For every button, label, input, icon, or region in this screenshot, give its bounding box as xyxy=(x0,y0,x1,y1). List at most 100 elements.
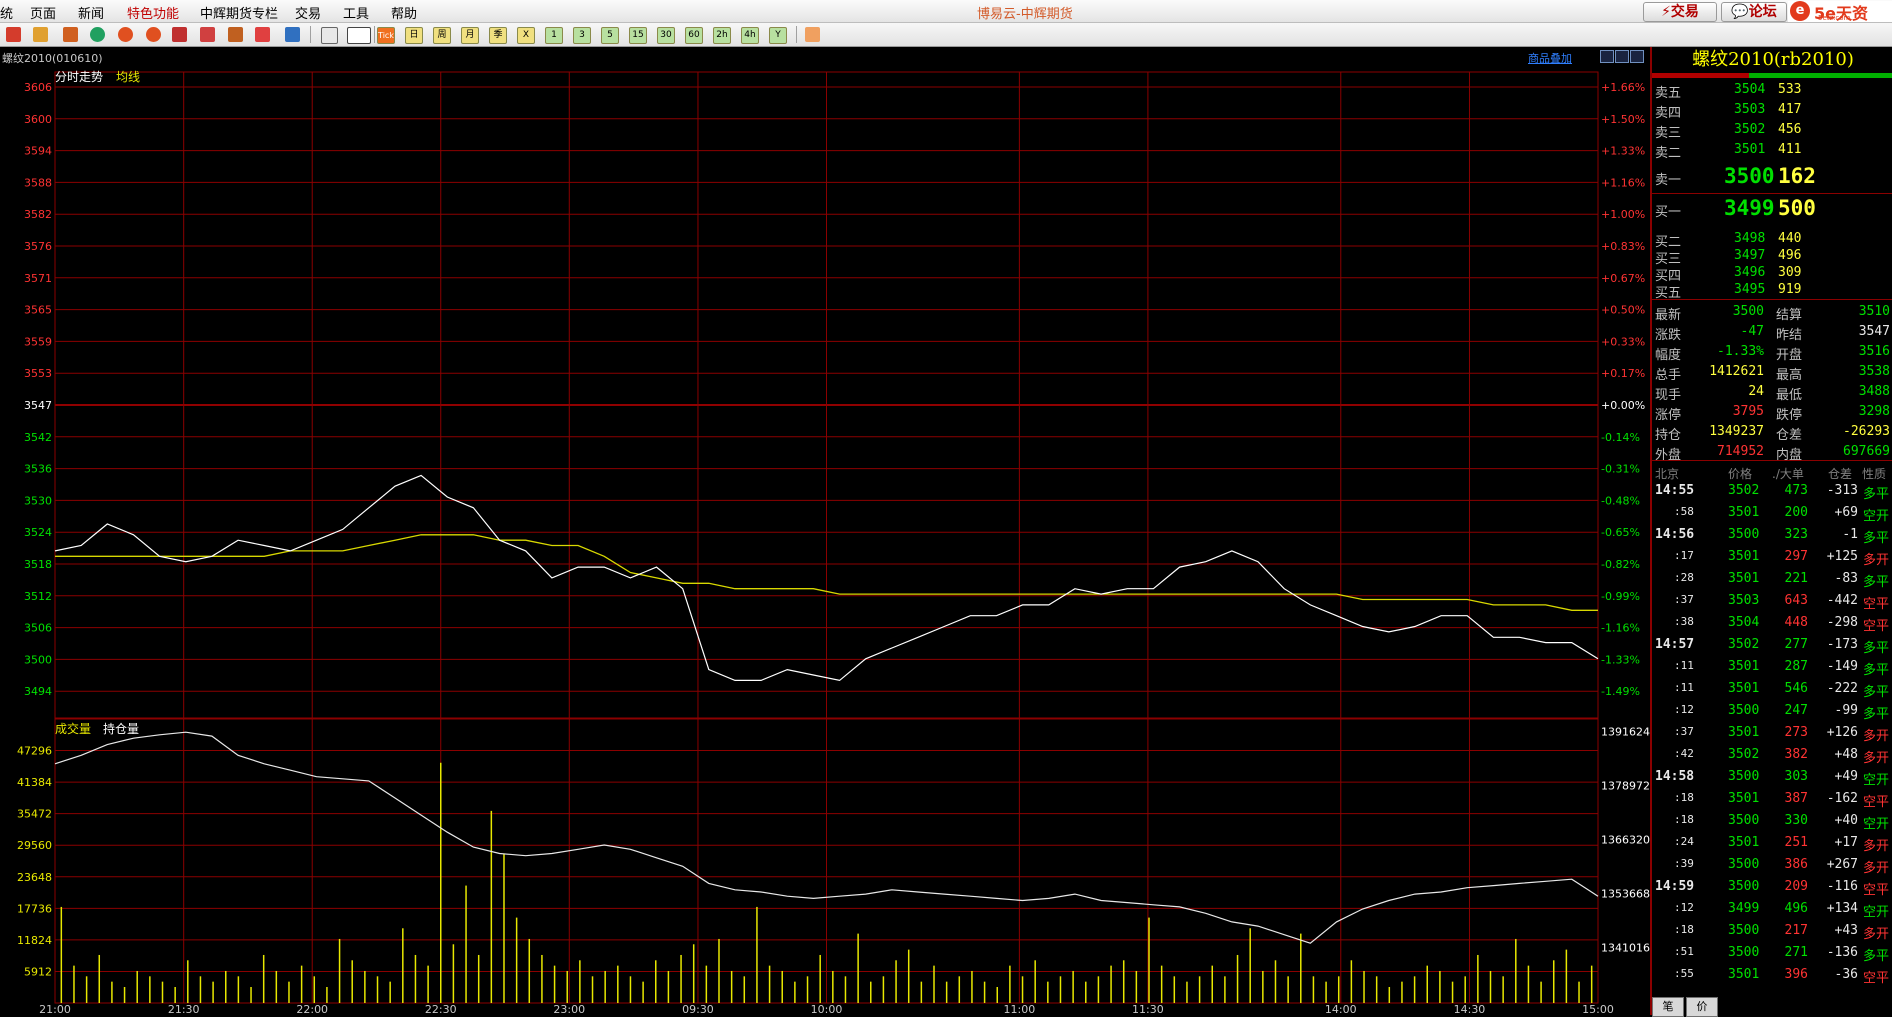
tick-row: 14:56 3500 323 -1 多平 xyxy=(1652,524,1892,546)
tab-volume[interactable]: 成交量 xyxy=(55,721,91,736)
logo-mark-icon: e xyxy=(1790,1,1810,21)
tick-type: 空平 xyxy=(1863,883,1890,898)
stat-value: 697669 xyxy=(1843,444,1890,459)
tick-type: 多平 xyxy=(1863,531,1890,546)
price-axis-label: 3547 xyxy=(24,399,52,412)
percent-axis-label: +1.16% xyxy=(1601,176,1645,189)
tick-oi-change: -36 xyxy=(1834,967,1858,982)
tick-price: 3500 xyxy=(1728,769,1760,784)
tick-type: 空开 xyxy=(1863,773,1890,788)
tick-volume: 297 xyxy=(1784,549,1808,564)
volume-axis-label: 41384 xyxy=(17,776,52,789)
price-axis-label: 3524 xyxy=(24,526,52,539)
tick-row: :38 3504 448 -298 空平 xyxy=(1652,612,1892,634)
tick-type: 多平 xyxy=(1863,575,1890,590)
price-axis-label: 3553 xyxy=(24,367,52,380)
tick-volume: 209 xyxy=(1784,879,1808,894)
tick-time: 14:55 xyxy=(1655,483,1695,498)
tick-type: 多平 xyxy=(1863,487,1890,502)
tick-time: :58 xyxy=(1674,505,1694,518)
tick-time: 14:57 xyxy=(1655,637,1695,652)
time-axis-label: 09:30 xyxy=(682,1003,714,1015)
tick-price: 3500 xyxy=(1728,923,1760,938)
tick-oi-change: -83 xyxy=(1834,571,1858,586)
tick-row: :55 3501 396 -36 空平 xyxy=(1652,964,1892,986)
tick-row: 14:58 3500 303 +49 空开 xyxy=(1652,766,1892,788)
forum-button[interactable]: 💬论坛 xyxy=(1721,2,1787,22)
logo[interactable]: e 5e天资 5etz.com xyxy=(1788,1,1892,23)
percent-axis-label: -0.65% xyxy=(1601,526,1640,539)
tick-row: :17 3501 297 +125 多开 xyxy=(1652,546,1892,568)
oi-axis-label: 1378972 xyxy=(1601,779,1650,792)
percent-axis-label: +1.00% xyxy=(1601,208,1645,221)
tick-time: :37 xyxy=(1674,593,1694,606)
percent-axis-label: -1.49% xyxy=(1601,685,1640,698)
tick-price: 3501 xyxy=(1728,659,1760,674)
divider xyxy=(1652,193,1892,194)
tick-price: 3504 xyxy=(1728,615,1760,630)
tick-row: :28 3501 221 -83 多平 xyxy=(1652,568,1892,590)
ask-row: 卖五 3504 533 xyxy=(1652,79,1892,101)
tick-row: :18 3501 387 -162 空平 xyxy=(1652,788,1892,810)
stat-value: 714952 xyxy=(1717,444,1764,459)
tick-volume: 448 xyxy=(1784,615,1808,630)
ask-row: 卖二 3501 411 xyxy=(1652,139,1892,161)
tick-volume: 273 xyxy=(1784,725,1808,740)
oi-axis-label: 1366320 xyxy=(1601,833,1650,846)
tick-row: 14:55 3502 473 -313 多平 xyxy=(1652,480,1892,502)
tick-type: 多开 xyxy=(1863,553,1890,568)
stat-value: 3298 xyxy=(1858,404,1890,419)
stat-value: 3516 xyxy=(1858,344,1890,359)
stat-value: -1.33% xyxy=(1717,344,1764,359)
percent-axis-label: +1.33% xyxy=(1601,145,1645,158)
volume-axis-label: 29560 xyxy=(17,839,52,852)
tick-row: 14:57 3502 277 -173 多平 xyxy=(1652,634,1892,656)
intraday-chart[interactable]: 3606 +1.66% 3600 +1.50% 3594 +1.33% 3588 +1.16%… xyxy=(0,0,1650,1015)
tick-row: :12 3499 496 +134 空开 xyxy=(1652,898,1892,920)
time-axis-label: 22:30 xyxy=(425,1003,457,1015)
tick-oi-change: -298 xyxy=(1826,615,1858,630)
tick-price: 3501 xyxy=(1728,571,1760,586)
percent-axis-label: +1.66% xyxy=(1601,81,1645,94)
tab-tick-list[interactable]: 笔 xyxy=(1652,997,1684,1017)
bid-price: 3496 xyxy=(1734,265,1766,280)
tick-volume: 247 xyxy=(1784,703,1808,718)
bid-row: 买五 3495 919 xyxy=(1652,279,1892,301)
tick-price: 3501 xyxy=(1728,505,1760,520)
tick-row: :37 3501 273 +126 多开 xyxy=(1652,722,1892,744)
ask-price: 3502 xyxy=(1734,122,1766,137)
tab-trend[interactable]: 分时走势 xyxy=(55,70,103,84)
tick-volume: 387 xyxy=(1784,791,1808,806)
tab-price-list[interactable]: 价 xyxy=(1686,997,1718,1017)
divider xyxy=(1652,299,1892,300)
stat-value: 3510 xyxy=(1858,304,1890,319)
tick-volume: 221 xyxy=(1784,571,1808,586)
tick-time: :42 xyxy=(1674,747,1694,760)
price-axis-label: 3571 xyxy=(24,272,52,285)
tick-row: :12 3500 247 -99 多平 xyxy=(1652,700,1892,722)
stat-value: 3538 xyxy=(1858,364,1890,379)
tick-time: :37 xyxy=(1674,725,1694,738)
price-axis-label: 3542 xyxy=(24,431,52,444)
tick-oi-change: +48 xyxy=(1834,747,1858,762)
volume-axis-label: 5912 xyxy=(24,965,52,978)
trade-button[interactable]: ⚡交易 xyxy=(1643,2,1717,22)
tick-type: 空平 xyxy=(1863,795,1890,810)
bid-price: 3499 xyxy=(1724,196,1775,220)
bid-volume: 496 xyxy=(1778,248,1802,263)
stat-row: 最新 3500 结算 3510 xyxy=(1652,301,1892,323)
tick-volume: 382 xyxy=(1784,747,1808,762)
tick-type: 多开 xyxy=(1863,729,1890,744)
tick-type: 多开 xyxy=(1863,839,1890,854)
tick-time: :39 xyxy=(1674,857,1694,870)
tab-average[interactable]: 均线 xyxy=(116,70,140,84)
stat-row: 涨跌 -47 昨结 3547 xyxy=(1652,321,1892,343)
percent-axis-label: +1.50% xyxy=(1601,113,1645,126)
tick-row: :42 3502 382 +48 多开 xyxy=(1652,744,1892,766)
time-axis-label: 21:30 xyxy=(168,1003,200,1015)
tick-volume: 643 xyxy=(1784,593,1808,608)
price-axis-label: 3600 xyxy=(24,113,52,126)
tick-time: :55 xyxy=(1674,967,1694,980)
bid-price: 3497 xyxy=(1734,248,1766,263)
tab-open-interest[interactable]: 持仓量 xyxy=(103,721,139,736)
